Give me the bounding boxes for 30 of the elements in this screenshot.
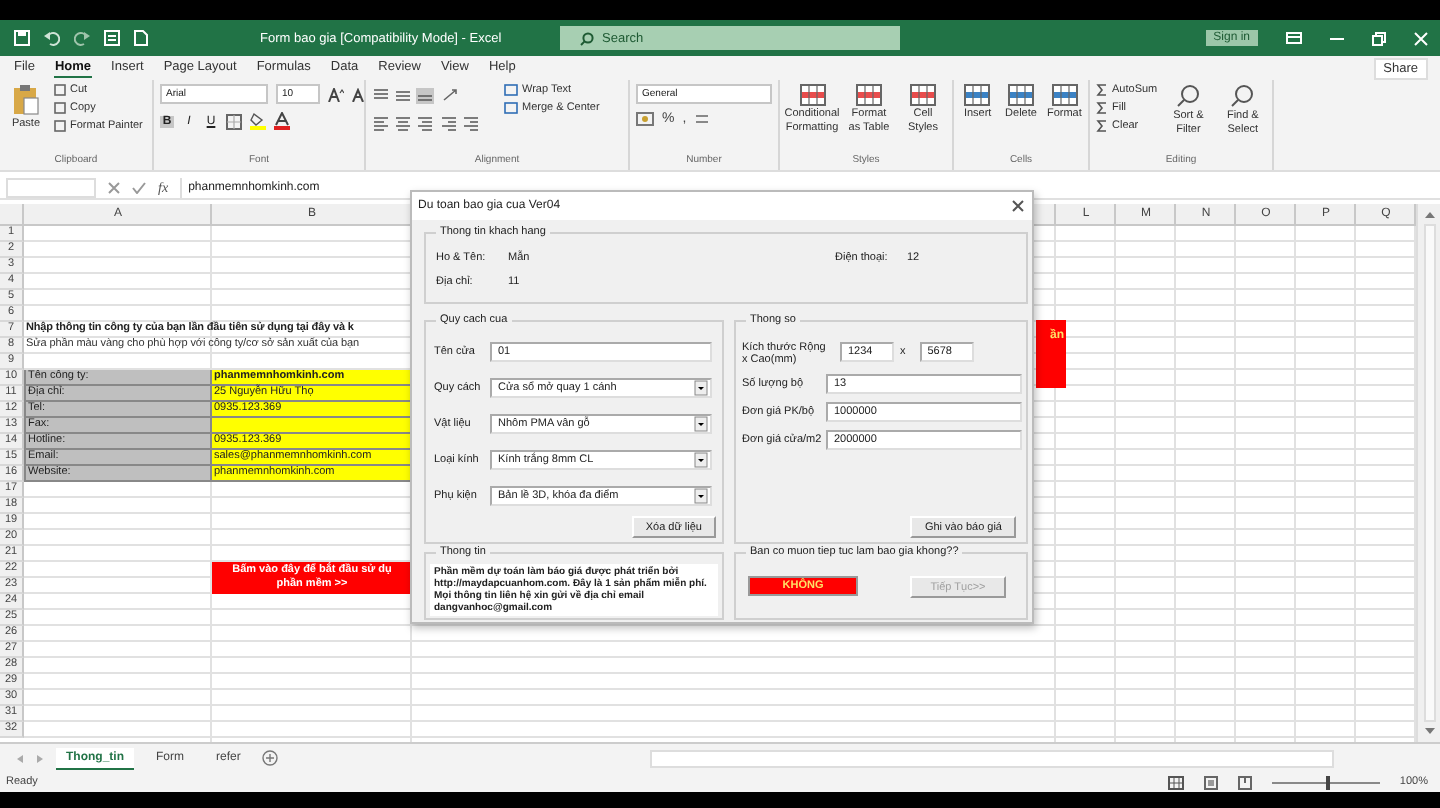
scroll-down-icon[interactable] (1423, 726, 1435, 736)
decimal-icon[interactable] (694, 112, 711, 126)
fill-color-icon[interactable] (250, 112, 266, 130)
scroll-up-icon[interactable] (1423, 210, 1435, 220)
shrink-font-icon[interactable] (352, 87, 368, 101)
font-color-icon[interactable] (274, 112, 290, 130)
normal-view-icon[interactable] (1167, 775, 1184, 789)
save-icon[interactable] (14, 30, 30, 46)
search-icon (580, 31, 594, 45)
page-layout-icon[interactable] (1203, 775, 1218, 789)
borders-icon[interactable] (226, 113, 242, 129)
check-icon[interactable] (132, 181, 146, 193)
form-icon[interactable] (104, 30, 120, 46)
horizontal-scrollbar[interactable] (650, 749, 1335, 767)
magnifier-icon (1176, 84, 1201, 108)
close-icon[interactable] (1012, 200, 1024, 212)
cancel-icon[interactable] (108, 181, 120, 193)
magnifier-icon (1230, 84, 1255, 108)
undo-icon[interactable] (44, 30, 60, 46)
currency-icon[interactable] (636, 112, 654, 126)
document-icon[interactable] (134, 30, 148, 46)
add-sheet-icon[interactable] (262, 750, 279, 766)
page-break-icon[interactable] (1237, 775, 1252, 789)
scrollbar-thumb[interactable] (1423, 224, 1435, 722)
zoom-slider-thumb[interactable] (1325, 775, 1330, 789)
grow-font-icon[interactable] (328, 87, 344, 101)
minimize-icon[interactable] (1330, 37, 1344, 39)
redo-icon[interactable] (74, 30, 90, 46)
ribbon-display-icon[interactable] (1286, 32, 1302, 44)
restore-icon[interactable] (1372, 31, 1386, 45)
